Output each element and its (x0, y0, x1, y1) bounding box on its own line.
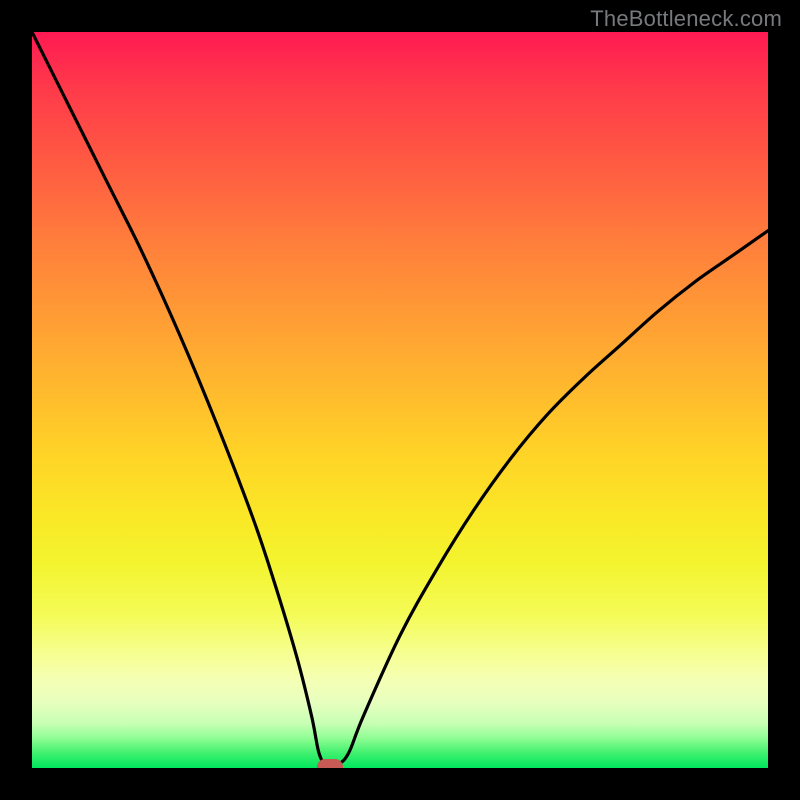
chart-frame: TheBottleneck.com (0, 0, 800, 800)
optimum-marker (317, 759, 343, 768)
curve-path (32, 32, 768, 766)
plot-area (32, 32, 768, 768)
watermark-text: TheBottleneck.com (590, 6, 782, 32)
bottleneck-curve (32, 32, 768, 768)
